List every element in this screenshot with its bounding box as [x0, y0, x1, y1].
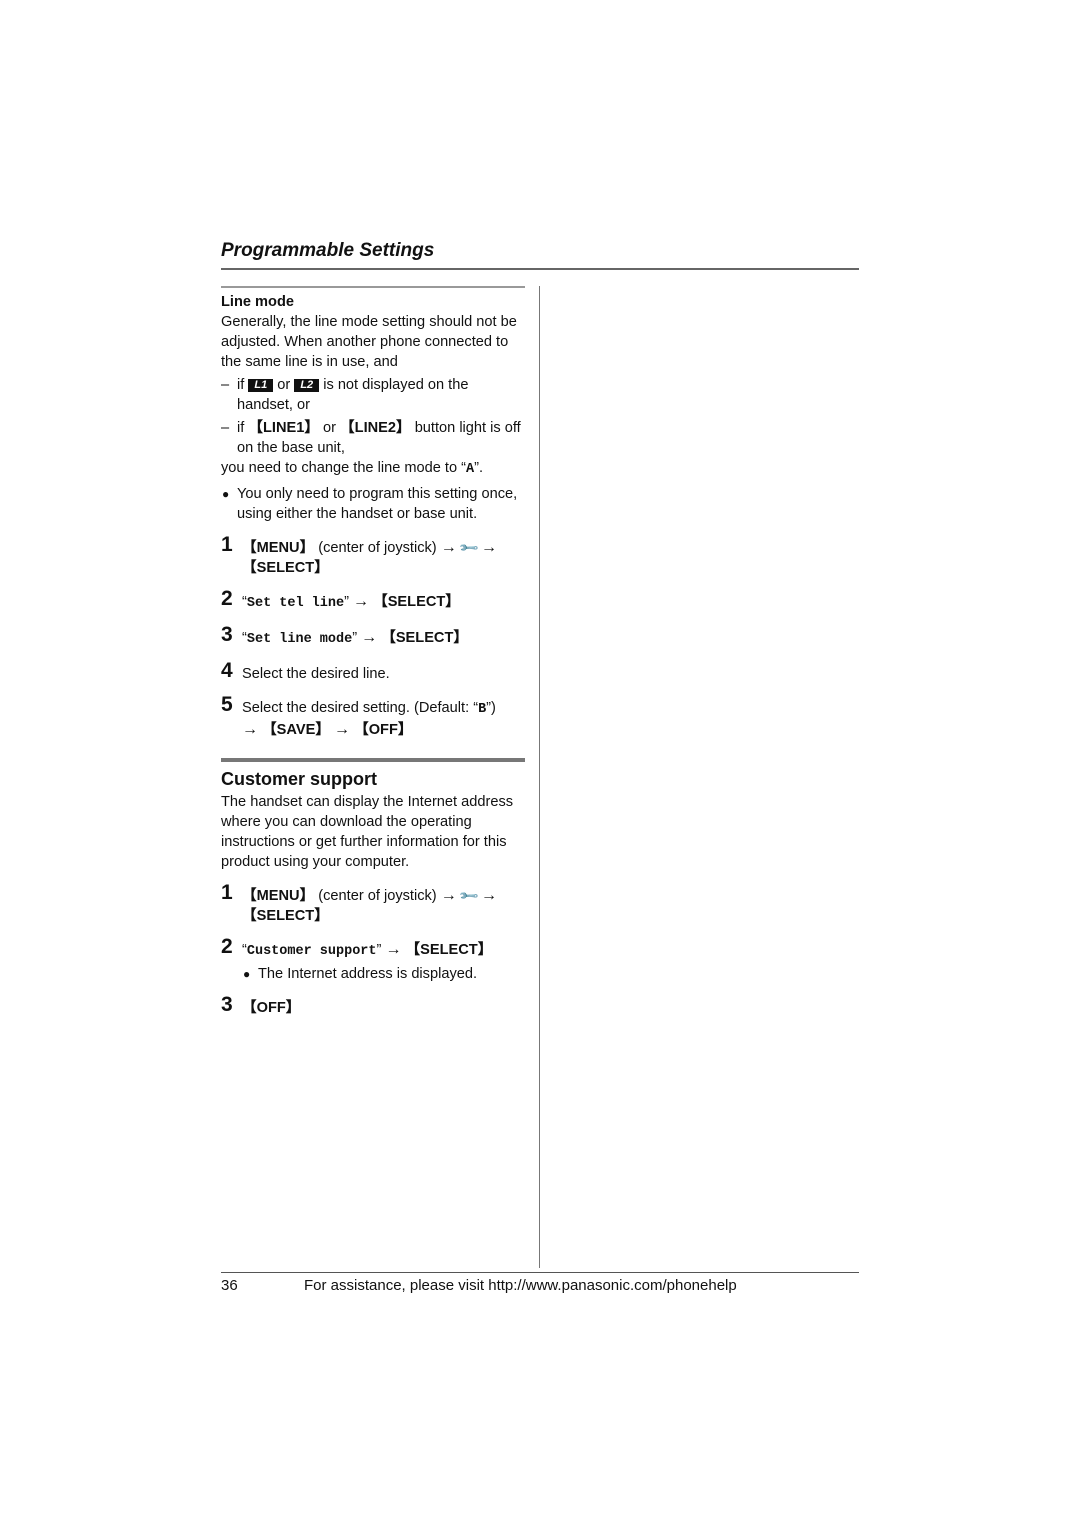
footer-divider [221, 1272, 859, 1273]
step-number: 1 [221, 881, 233, 904]
dash-marker: – [221, 377, 230, 393]
line2-key: 【LINE2】 [340, 420, 411, 436]
default-value: B [478, 702, 487, 717]
mode-value: A [466, 462, 475, 477]
menu-item-text: Set line mode [246, 632, 353, 647]
step-number: 2 [221, 935, 233, 958]
arrow-icon: → [440, 887, 457, 904]
save-key: 【SAVE】 [262, 722, 330, 738]
line1-display-icon: L1 [248, 379, 274, 392]
customer-support-section: Customer support The handset can display… [221, 758, 525, 1018]
customer-support-heading: Customer support [221, 769, 378, 789]
step-item: 4 Select the desired line. [221, 659, 390, 682]
left-column: Line mode Generally, the line mode setti… [221, 286, 525, 1018]
menu-item-text: Customer support [246, 944, 377, 959]
step-number: 3 [221, 993, 233, 1016]
arrow-icon: → [242, 721, 258, 738]
section-divider [221, 758, 525, 762]
select-key: 【SELECT】 [381, 630, 468, 646]
footer-text: For assistance, please visit http://www.… [304, 1277, 737, 1294]
page-number: 36 [221, 1277, 238, 1294]
step-item: 2 “Customer support” → 【SELECT】 ● The In… [221, 935, 525, 984]
off-key: 【OFF】 [354, 722, 413, 738]
menu-item-text: Set tel line [246, 596, 345, 611]
step-number: 5 [221, 693, 233, 716]
step-item: 2 “Set tel line” → 【SELECT】 [221, 587, 460, 611]
step-number: 2 [221, 587, 233, 610]
wrench-icon: 🔧 [457, 536, 480, 559]
line-mode-intro: Generally, the line mode setting should … [221, 314, 517, 370]
select-key: 【SELECT】 [405, 942, 493, 958]
line-mode-outro: you need to change the line mode to “A”. [221, 460, 484, 477]
note-item: ● The Internet address is displayed. [243, 966, 478, 982]
menu-key: 【MENU】 [242, 540, 315, 556]
menu-key: 【MENU】 [242, 888, 315, 904]
step-item: 3 【OFF】 [221, 993, 525, 1018]
condition-item: – if 【LINE1】 or 【LINE2】 button light is … [221, 420, 521, 456]
select-key: 【SELECT】 [242, 908, 329, 924]
section-divider [221, 286, 525, 288]
line-mode-subhead: Line mode [221, 294, 294, 310]
select-key: 【SELECT】 [242, 560, 329, 576]
step-item: 1 【MENU】 (center of joystick) → 🔧 → 【SEL… [221, 881, 498, 924]
line-mode-section: Line mode Generally, the line mode setti… [221, 286, 525, 740]
page-title: Programmable Settings [221, 240, 435, 261]
column-divider [539, 286, 540, 1268]
step-number: 1 [221, 533, 233, 556]
arrow-icon: → [334, 721, 351, 738]
line1-key: 【LINE1】 [248, 420, 319, 436]
step-number: 3 [221, 623, 233, 646]
arrow-icon: → [361, 629, 378, 646]
condition-item: – if L1 or L2 is not displayed on the ha… [221, 377, 469, 413]
dash-marker: – [221, 420, 230, 436]
bullet-icon: ● [243, 967, 251, 981]
step-number: 4 [221, 659, 233, 682]
step-item: 1 【MENU】 (center of joystick) → 🔧 → 【SEL… [221, 533, 498, 576]
wrench-icon: 🔧 [457, 884, 480, 907]
customer-support-intro: The handset can display the Internet add… [221, 794, 514, 870]
step-item: 5 Select the desired setting. (Default: … [221, 693, 496, 738]
select-key: 【SELECT】 [373, 594, 460, 610]
bullet-icon: ● [222, 487, 230, 501]
arrow-icon: → [440, 539, 457, 556]
arrow-icon: → [353, 593, 370, 610]
arrow-icon: → [481, 887, 498, 904]
off-key: 【OFF】 [242, 1000, 301, 1016]
arrow-icon: → [385, 941, 402, 958]
title-divider [221, 268, 859, 270]
step-item: 3 “Set line mode” → 【SELECT】 [221, 623, 468, 647]
line2-display-icon: L2 [294, 379, 320, 392]
note-item: ● You only need to program this setting … [222, 486, 518, 522]
arrow-icon: → [481, 539, 498, 556]
